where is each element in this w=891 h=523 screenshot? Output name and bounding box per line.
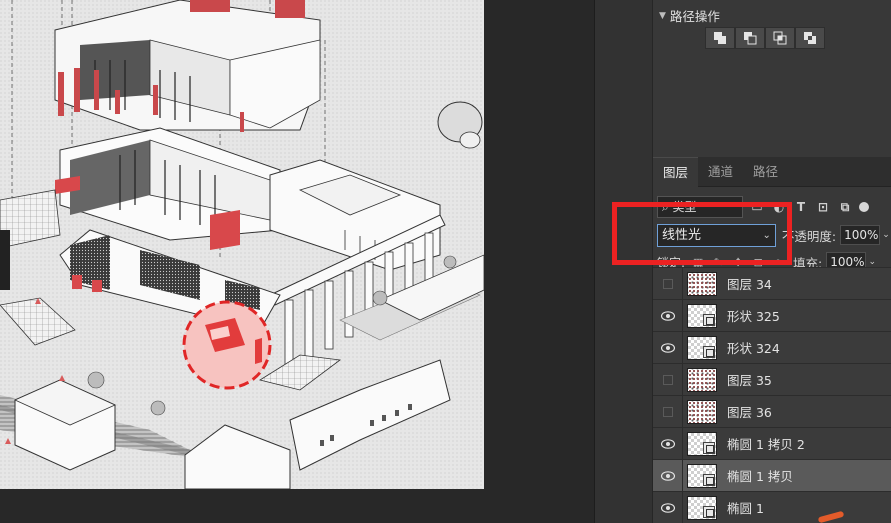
layers-list: 图层 34 形状 325 形状 324 图层 35 图层 36 椭圆 1 拷贝 2 椭圆 1… (653, 267, 891, 523)
layer-thumbnail[interactable] (687, 303, 717, 328)
shape-layer-icon (703, 441, 715, 454)
layer-name[interactable]: 图层 34 (727, 274, 772, 293)
visibility-off-box[interactable] (653, 395, 683, 428)
layer-name[interactable]: 椭圆 1 拷贝 (727, 466, 793, 485)
layer-name[interactable]: 形状 324 (727, 338, 780, 357)
layer-thumbnail[interactable] (687, 399, 717, 424)
eye-icon[interactable] (653, 459, 683, 492)
hidden-indicator (662, 278, 673, 289)
shape-filter-icon[interactable]: ⊡ (815, 199, 831, 215)
layer-name[interactable]: 图层 35 (727, 370, 772, 389)
layer-thumbnail[interactable] (687, 495, 717, 520)
eye-icon (660, 502, 675, 513)
hidden-indicator (662, 406, 673, 417)
eye-icon (660, 438, 675, 449)
eye-icon (660, 342, 675, 353)
opacity-dropdown-icon[interactable]: ⌄ (880, 230, 891, 240)
layer-row[interactable]: 椭圆 1 (653, 491, 891, 523)
layer-thumbnail[interactable] (687, 271, 717, 296)
hidden-indicator (662, 374, 673, 385)
layer-row[interactable]: 椭圆 1 拷贝 (653, 459, 891, 492)
layer-thumbnail[interactable] (687, 367, 717, 392)
layer-filter-row: ⌕ 类型 ▭ ◐ T ⊡ ⧉ (657, 195, 891, 219)
combine-shapes-icon[interactable] (705, 27, 735, 49)
canvas-pasteboard (0, 489, 594, 523)
visibility-off-box[interactable] (653, 363, 683, 396)
layer-row[interactable]: 形状 325 (653, 299, 891, 332)
path-operations-header[interactable]: ▼ 路径操作 (659, 6, 720, 25)
tab-layers[interactable]: 图层 (653, 157, 699, 187)
chevron-down-icon[interactable]: ▼ (659, 11, 666, 21)
smart-object-filter-icon[interactable]: ⧉ (837, 199, 853, 215)
opacity-label: 不透明度: (781, 228, 837, 244)
intersect-shape-areas-icon[interactable] (765, 27, 795, 49)
photoshop-window: ▼ 路径操作 图层 通道 路径 ⌕ 类型 ▭ ◐ T ⊡ ⧉ 线性光 ⌄ 不透明… (0, 0, 891, 523)
layer-thumbnail[interactable] (687, 431, 717, 456)
shape-layer-icon (703, 313, 715, 326)
visibility-off-box[interactable] (653, 267, 683, 300)
eye-icon (660, 470, 675, 481)
eye-icon[interactable] (653, 331, 683, 364)
search-icon: ⌕ (662, 200, 673, 214)
layer-thumbnail[interactable] (687, 335, 717, 360)
shape-layer-icon (703, 505, 715, 518)
layer-thumbnail[interactable] (687, 463, 717, 488)
layer-row[interactable]: 图层 34 (653, 267, 891, 300)
architectural-illustration (0, 0, 484, 489)
shape-layer-icon (703, 473, 715, 486)
layer-row[interactable]: 椭圆 1 拷贝 2 (653, 427, 891, 460)
eye-icon (660, 310, 675, 321)
collapsed-panel-dock (594, 0, 652, 523)
opacity-input[interactable]: 100% (840, 225, 881, 245)
path-operation-buttons (705, 27, 825, 49)
canvas-gutter (484, 0, 594, 489)
layer-name[interactable]: 椭圆 1 拷贝 2 (727, 434, 805, 453)
layer-name[interactable]: 图层 36 (727, 402, 772, 421)
eye-icon[interactable] (653, 299, 683, 332)
chevron-down-icon: ⌄ (762, 229, 771, 241)
type-filter-icon[interactable]: T (793, 199, 809, 215)
layer-row[interactable]: 图层 35 (653, 363, 891, 396)
properties-and-layers-panel: ▼ 路径操作 图层 通道 路径 ⌕ 类型 ▭ ◐ T ⊡ ⧉ 线性光 ⌄ 不透明… (652, 0, 891, 523)
fill-dropdown-icon[interactable]: ⌄ (866, 257, 878, 267)
path-operations-title: 路径操作 (669, 9, 720, 24)
eye-icon[interactable] (653, 491, 683, 523)
layer-name[interactable]: 椭圆 1 (727, 498, 764, 517)
adjustment-filter-icon[interactable]: ◐ (771, 199, 787, 215)
subtract-front-shape-icon[interactable] (735, 27, 765, 49)
layer-name[interactable]: 形状 325 (727, 306, 780, 325)
filter-kind-select[interactable]: ⌕ 类型 (657, 196, 743, 218)
document-canvas[interactable] (0, 0, 484, 489)
shape-layer-icon (703, 345, 715, 358)
filter-toggle-icon[interactable] (859, 202, 869, 212)
exclude-overlapping-shapes-icon[interactable] (795, 27, 825, 49)
tab-channels[interactable]: 通道 (698, 157, 743, 187)
blend-mode-value: 线性光 (662, 227, 702, 243)
blend-opacity-row: 线性光 ⌄ 不透明度: 100% ⌄ (657, 223, 891, 247)
blend-mode-select[interactable]: 线性光 ⌄ (657, 223, 776, 247)
filter-kind-value: 类型 (672, 200, 697, 214)
layers-panel-tabs: 图层 通道 路径 (653, 157, 891, 187)
eye-icon[interactable] (653, 427, 683, 460)
layer-row[interactable]: 图层 36 (653, 395, 891, 428)
tab-paths[interactable]: 路径 (743, 157, 788, 187)
pixel-filter-icon[interactable]: ▭ (749, 199, 765, 215)
layer-row[interactable]: 形状 324 (653, 331, 891, 364)
